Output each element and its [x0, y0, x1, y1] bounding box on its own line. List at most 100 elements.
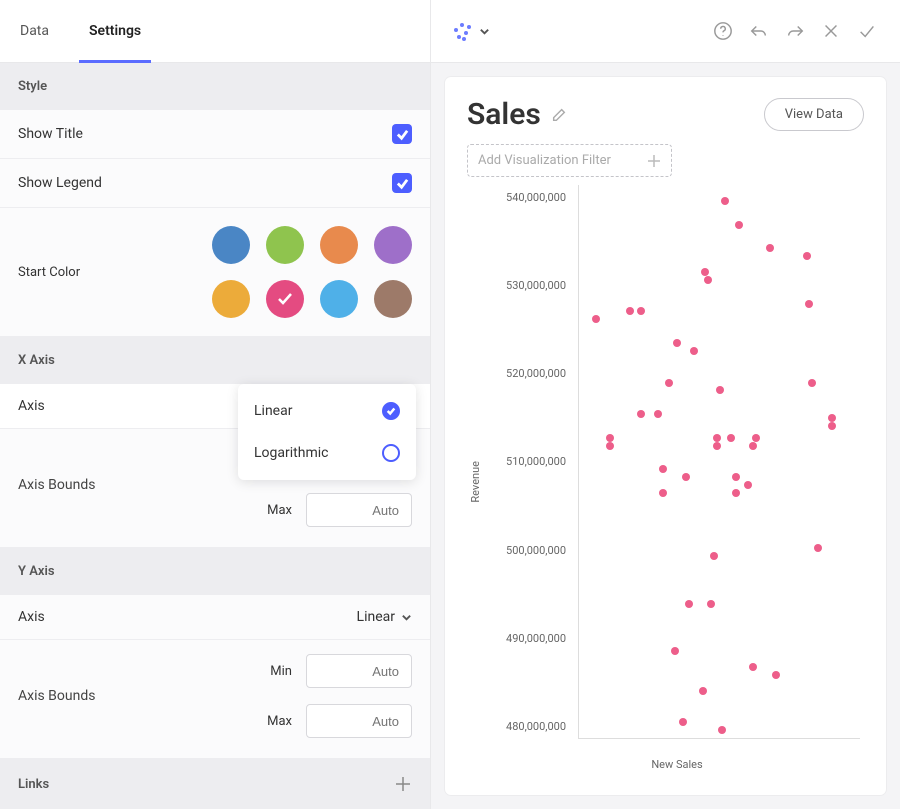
- data-point[interactable]: [732, 473, 740, 481]
- data-point[interactable]: [814, 544, 822, 552]
- viz-type-picker[interactable]: [451, 20, 490, 42]
- color-swatch-6[interactable]: [320, 280, 358, 318]
- data-point[interactable]: [721, 197, 729, 205]
- settings-panel: Data Settings Style Show Title Show Lege…: [0, 0, 431, 809]
- color-swatch-2[interactable]: [320, 226, 358, 264]
- section-x-axis-header: X Axis: [0, 337, 430, 384]
- data-point[interactable]: [606, 442, 614, 450]
- color-swatch-1[interactable]: [266, 226, 304, 264]
- view-data-button[interactable]: View Data: [764, 98, 864, 131]
- data-point[interactable]: [749, 442, 757, 450]
- data-point[interactable]: [805, 300, 813, 308]
- tab-settings[interactable]: Settings: [69, 0, 161, 63]
- row-y-axis[interactable]: Axis Linear: [0, 595, 430, 640]
- y-tick: 530,000,000: [496, 279, 566, 292]
- data-point[interactable]: [752, 434, 760, 442]
- data-point[interactable]: [707, 600, 715, 608]
- data-point[interactable]: [665, 379, 673, 387]
- x-axis-scale-popup: Linear Logarithmic: [238, 384, 416, 480]
- data-point[interactable]: [659, 465, 667, 473]
- close-button[interactable]: [818, 18, 844, 44]
- help-button[interactable]: [710, 18, 736, 44]
- option-label-logarithmic: Logarithmic: [254, 445, 328, 461]
- data-point[interactable]: [673, 339, 681, 347]
- input-y-max[interactable]: [306, 704, 412, 738]
- label-start-color: Start Color: [18, 265, 80, 280]
- data-point[interactable]: [685, 600, 693, 608]
- y-axis-value-text: Linear: [357, 609, 395, 625]
- color-swatch-7[interactable]: [374, 280, 412, 318]
- y-tick: 520,000,000: [496, 367, 566, 380]
- data-point[interactable]: [671, 647, 679, 655]
- data-point[interactable]: [713, 434, 721, 442]
- y-tick: 540,000,000: [496, 191, 566, 204]
- label-y-axis: Axis: [18, 609, 45, 625]
- data-point[interactable]: [808, 379, 816, 387]
- y-axis-value: Linear: [357, 609, 412, 625]
- label-show-legend: Show Legend: [18, 175, 102, 191]
- x-axis-option-linear[interactable]: Linear: [238, 390, 416, 432]
- preview-panel: Sales View Data Add Visualization Filter…: [431, 0, 900, 809]
- undo-button[interactable]: [746, 18, 772, 44]
- input-y-min[interactable]: [306, 654, 412, 688]
- label-y-min: Min: [270, 664, 292, 679]
- data-point[interactable]: [659, 489, 667, 497]
- label-links: Links: [18, 777, 49, 792]
- data-point[interactable]: [654, 410, 662, 418]
- data-point[interactable]: [606, 434, 614, 442]
- data-point[interactable]: [716, 386, 724, 394]
- data-point[interactable]: [701, 268, 709, 276]
- data-point[interactable]: [718, 726, 726, 734]
- data-point[interactable]: [704, 276, 712, 284]
- label-show-title: Show Title: [18, 126, 83, 142]
- data-point[interactable]: [626, 307, 634, 315]
- data-point[interactable]: [699, 687, 707, 695]
- add-link-button[interactable]: [394, 775, 412, 793]
- data-point[interactable]: [828, 414, 836, 422]
- color-swatch-0[interactable]: [212, 226, 250, 264]
- checkbox-show-legend[interactable]: [392, 173, 412, 193]
- radio-logarithmic[interactable]: [382, 444, 400, 462]
- y-tick: 510,000,000: [496, 455, 566, 468]
- data-point[interactable]: [679, 718, 687, 726]
- color-swatch-5[interactable]: [266, 280, 304, 318]
- data-point[interactable]: [732, 489, 740, 497]
- data-point[interactable]: [637, 410, 645, 418]
- row-start-color: Start Color: [0, 208, 430, 337]
- color-swatch-3[interactable]: [374, 226, 412, 264]
- scatter-plot: 540,000,000 530,000,000 520,000,000 510,000…: [490, 185, 864, 779]
- redo-button[interactable]: [782, 18, 808, 44]
- label-x-bounds: Axis Bounds: [18, 477, 95, 493]
- row-show-title: Show Title: [0, 110, 430, 159]
- add-filter-chip[interactable]: Add Visualization Filter: [467, 144, 672, 177]
- data-point[interactable]: [766, 244, 774, 252]
- data-point[interactable]: [749, 663, 757, 671]
- data-point[interactable]: [690, 347, 698, 355]
- checkbox-show-title[interactable]: [392, 124, 412, 144]
- edit-title-icon[interactable]: [551, 107, 567, 123]
- data-point[interactable]: [727, 434, 735, 442]
- chart-title: Sales: [467, 97, 541, 132]
- data-point[interactable]: [735, 221, 743, 229]
- option-label-linear: Linear: [254, 403, 292, 419]
- data-point[interactable]: [637, 307, 645, 315]
- color-swatch-4[interactable]: [212, 280, 250, 318]
- data-point[interactable]: [803, 252, 811, 260]
- input-x-max[interactable]: [306, 493, 412, 527]
- radio-linear[interactable]: [382, 402, 400, 420]
- filter-placeholder: Add Visualization Filter: [478, 153, 611, 168]
- data-point[interactable]: [713, 442, 721, 450]
- label-x-axis: Axis: [18, 398, 45, 414]
- x-axis-option-logarithmic[interactable]: Logarithmic: [238, 432, 416, 474]
- data-point[interactable]: [592, 315, 600, 323]
- panel-tabs: Data Settings: [0, 0, 430, 63]
- data-point[interactable]: [744, 481, 752, 489]
- data-point[interactable]: [710, 552, 718, 560]
- confirm-button[interactable]: [854, 18, 880, 44]
- data-point[interactable]: [682, 473, 690, 481]
- tab-data[interactable]: Data: [0, 0, 69, 63]
- data-point[interactable]: [772, 671, 780, 679]
- data-point[interactable]: [828, 422, 836, 430]
- label-y-bounds: Axis Bounds: [18, 688, 95, 704]
- color-grid: [212, 226, 412, 318]
